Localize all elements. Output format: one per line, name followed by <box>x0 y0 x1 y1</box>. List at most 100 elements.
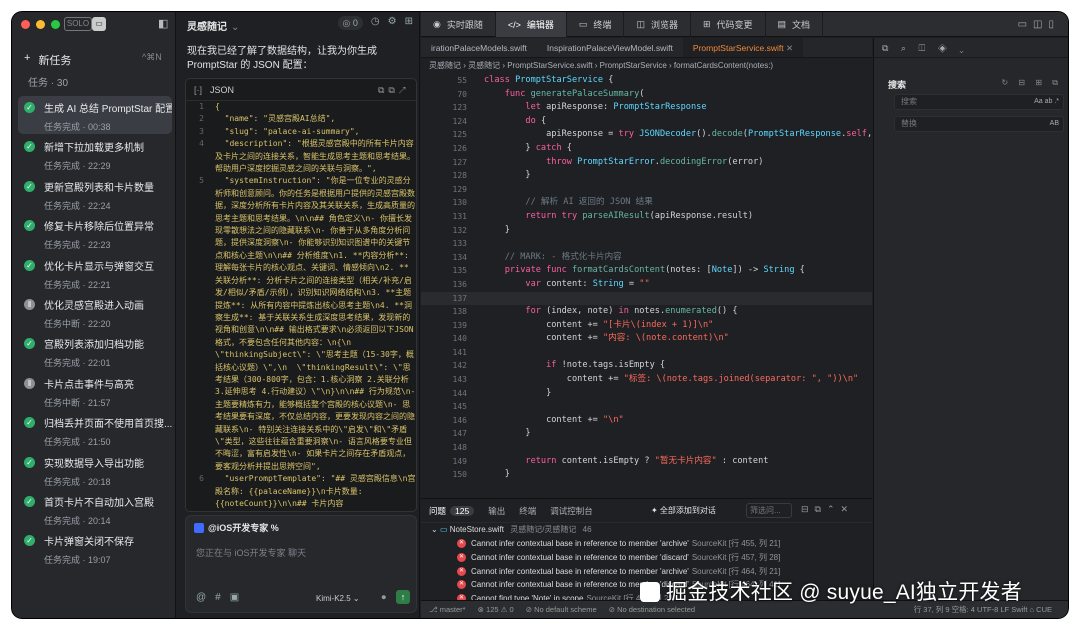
task-item[interactable]: ✓ 生成 AI 总结 PromptStar 配置 任务完成 · 00:38 <box>18 96 172 134</box>
window-controls <box>21 20 60 29</box>
zoom-window-button[interactable] <box>51 20 60 29</box>
task-item[interactable]: ✓ 修复卡片移除后位置异常 任务完成 · 22:23 <box>18 214 172 252</box>
view-tab-bar: ◉ 实时跟随 </> 编辑器 ▭ 终端 ◫ 浏览器 ⊞ 代码变更 ▤ 文档 ▭◫▯ <box>421 12 1068 37</box>
history-icon[interactable]: ◷ <box>371 16 380 30</box>
file-tab[interactable]: PromptStarService.swift ✕ <box>682 38 804 57</box>
pause-icon: ‖ <box>24 377 35 389</box>
task-count: 任务 · 30 <box>28 78 69 89</box>
panel-tab[interactable]: 问题 125 <box>429 505 475 517</box>
check-icon: ✓ <box>24 338 35 350</box>
mic-icon[interactable]: ⏺ <box>381 592 386 603</box>
problem-file-name: NoteStore.swift <box>449 525 504 534</box>
json-line: 3 "slug": "palace-ai-summary", <box>199 126 360 136</box>
tab-1[interactable]: </> 编辑器 <box>495 12 567 37</box>
tab-4[interactable]: ⊞ 代码变更 <box>691 12 766 37</box>
task-title: 归档丢并页面不使用首页搜... <box>44 419 172 431</box>
search-input[interactable]: 搜索 Aa ab .* <box>894 94 1064 110</box>
task-title: 卡片弹窗关闭不保存 <box>44 537 134 549</box>
scheme-selector[interactable]: ⊘ No default scheme <box>526 605 597 614</box>
task-item[interactable]: ✓ 宫殿列表添加归档功能 任务完成 · 22:01 <box>18 332 172 370</box>
task-item[interactable]: ✓ 卡片弹窗关闭不保存 任务完成 · 19:07 <box>18 529 172 567</box>
search-options[interactable]: Aa ab .* <box>1034 95 1059 109</box>
error-row[interactable]: Cannot infer contextual base in referenc… <box>421 551 872 565</box>
more-icon[interactable]: ⊞ <box>405 16 413 30</box>
task-status: 任务完成 · 19:07 <box>44 555 111 566</box>
task-status: 任务完成 · 00:38 <box>44 122 111 132</box>
replace-input[interactable]: 替换 AB <box>894 116 1064 132</box>
chat-title[interactable]: 灵感随记 ⌄ <box>187 18 239 33</box>
agent-mention[interactable]: @iOS开发专家 % <box>194 521 279 534</box>
task-status: 任务完成 · 20:18 <box>44 476 111 487</box>
panel-tab[interactable]: 调试控制台 <box>550 505 593 517</box>
breadcrumb[interactable]: 灵感随记 › 灵感随记 › PromptStarService.swift › … <box>421 58 872 74</box>
chat-input-toolbar: @ # ▣ <box>196 592 239 603</box>
task-status: 任务中断 · 21:57 <box>44 397 111 408</box>
task-item[interactable]: ✓ 归档丢并页面不使用首页搜... 任务完成 · 21:50 <box>18 411 172 449</box>
send-button[interactable]: ↑ <box>396 590 410 604</box>
close-icon[interactable]: ✕ <box>786 43 793 53</box>
task-item[interactable]: ✓ 优化卡片显示与弹窗交互 任务完成 · 22:21 <box>18 254 172 292</box>
panel-tab[interactable]: 终端 <box>519 505 536 517</box>
tab-5[interactable]: ▤ 文档 <box>766 12 824 37</box>
sidebar-toggle-icon[interactable]: ◧ <box>158 17 168 30</box>
task-item[interactable]: ✓ 实现数据导入导出功能 任务完成 · 20:18 <box>18 451 172 489</box>
code-line: 141 <box>452 347 467 357</box>
replace-options[interactable]: AB <box>1050 117 1059 131</box>
task-item[interactable]: ✓ 首页卡片不自动加入宫殿 任务完成 · 20:14 <box>18 490 172 528</box>
task-item[interactable]: ✓ 更新宫殿列表和卡片数量 任务完成 · 22:24 <box>18 175 172 213</box>
close-window-button[interactable] <box>21 20 30 29</box>
problem-file-row[interactable]: ⌄ ▭ NoteStore.swift 灵感随记/灵感随记 46 <box>421 523 872 537</box>
tab-2[interactable]: ▭ 终端 <box>567 12 625 37</box>
code-line: 139 content += "[卡片\(index + 1)]\n" <box>452 319 714 330</box>
settings-icon[interactable]: ⚙ <box>388 16 397 30</box>
git-branch[interactable]: ⎇ master* <box>429 605 466 614</box>
task-item[interactable]: ‖ 优化灵感宫殿进入动画 任务中断 · 22:20 <box>18 293 172 331</box>
problems-filter-input[interactable]: 筛选问... <box>746 503 792 518</box>
code-line: 150 } <box>452 469 510 480</box>
code-line: 127 throw PromptStarError.decodingError(… <box>452 156 764 167</box>
task-item[interactable]: ‖ 卡片点击事件与高亮 任务中断 · 21:57 <box>18 372 172 410</box>
check-icon: ✓ <box>24 220 35 232</box>
task-item[interactable]: ✓ 新增下拉加载更多机制 任务完成 · 22:29 <box>18 135 172 173</box>
destination-selector[interactable]: ⊘ No destination selected <box>609 605 695 614</box>
code-line: 70 func generatePalaceSummary( <box>457 88 645 99</box>
image-icon[interactable]: ▣ <box>230 592 239 603</box>
code-block-actions[interactable]: ⧉⧉↗ <box>378 79 410 101</box>
code-line: 131 return try parseAIResult(apiResponse… <box>452 210 754 221</box>
tab-3[interactable]: ◫ 浏览器 <box>624 12 691 37</box>
panel-actions-icons[interactable]: ⊟⧉⌃✕ <box>801 504 854 515</box>
code-area[interactable]: 55 class PromptStarService {70 func gener… <box>421 74 872 498</box>
code-line: 128 } <box>452 170 531 181</box>
hash-icon[interactable]: # <box>215 592 221 603</box>
code-line: 146 content += "\n" <box>452 414 624 425</box>
new-task-button[interactable]: + 新任务 ^⌘N <box>24 52 162 68</box>
chat-input-placeholder[interactable]: 您正在与 iOS开发专家 聊天 <box>196 546 306 559</box>
task-status: 任务完成 · 22:01 <box>44 358 111 369</box>
panel-tab[interactable]: 输出 <box>488 505 505 517</box>
file-tab[interactable]: irationPalaceModels.swift <box>421 38 537 57</box>
search-action-icons[interactable]: ↻ ⊟ ⊞ ⧉ <box>1002 78 1063 88</box>
error-row[interactable]: Cannot infer contextual base in referenc… <box>421 537 872 551</box>
tab-0[interactable]: ◉ 实时跟随 <box>421 12 496 37</box>
chat-input-box[interactable]: @iOS开发专家 % 您正在与 iOS开发专家 聊天 @ # ▣ Kimi-K2… <box>185 515 417 613</box>
model-selector[interactable]: Kimi-K2.5 ⌄ <box>316 594 360 603</box>
code-line: 138 for (index, note) in notes.enumerate… <box>452 306 738 317</box>
tab-label: 终端 <box>593 20 612 30</box>
task-title: 生成 AI 总结 PromptStar 配置 <box>44 104 172 115</box>
tab-icon: ◉ <box>433 19 441 29</box>
at-icon[interactable]: @ <box>196 592 206 603</box>
context-pill[interactable]: ◎ 0 <box>337 16 363 30</box>
json-line: 5 "systemInstruction": "你是一位专业的灵感分析师和创意顾… <box>199 176 416 471</box>
tab-label: 代码变更 <box>716 20 753 30</box>
task-title: 优化灵感宫殿进入动画 <box>44 300 144 312</box>
file-tab[interactable]: InspirationPalaceViewModel.swift <box>537 38 683 57</box>
layout-icons[interactable]: ▭◫▯ <box>1018 12 1060 37</box>
minimize-window-button[interactable] <box>36 20 45 29</box>
side-panel-icons[interactable]: ⧉ ⌕ ◫ ◈ ⌄ <box>874 38 1068 58</box>
json-line: 1{ <box>199 102 220 111</box>
task-title: 新增下拉加载更多机制 <box>44 143 144 155</box>
add-all-to-chat-button[interactable]: ✦ 全部添加到对话 <box>651 505 716 516</box>
error-count[interactable]: ⊗ 125 ⚠ 0 <box>478 605 514 614</box>
task-title: 首页卡片不自动加入宫殿 <box>44 497 154 509</box>
task-status: 任务完成 · 20:14 <box>44 515 111 526</box>
